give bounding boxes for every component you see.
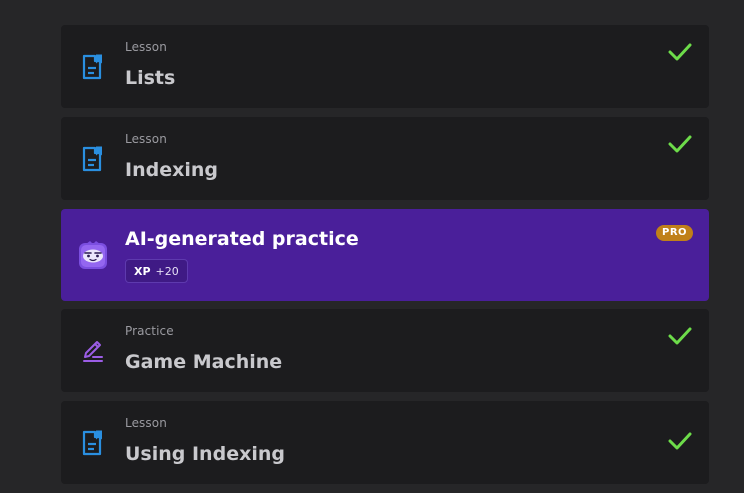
module-item-list: Lesson Lists Lesson Indexing AI-generate…	[61, 25, 709, 493]
item-type-label: Lesson	[125, 132, 167, 146]
completed-check-icon	[668, 42, 692, 62]
completed-check-icon	[668, 326, 692, 346]
item-title: AI-generated practice	[125, 228, 359, 250]
module-item-game-machine[interactable]: Practice Game Machine	[61, 309, 709, 392]
completed-check-icon	[668, 431, 692, 451]
item-title: Indexing	[125, 159, 218, 181]
pencil-icon	[81, 337, 105, 365]
item-title: Using Indexing	[125, 443, 285, 465]
module-item-ai-practice[interactable]: AI-generated practice XP +20 PRO	[61, 209, 709, 301]
lesson-document-icon	[81, 429, 105, 457]
module-item-indexing[interactable]: Lesson Indexing	[61, 117, 709, 200]
module-item-lists[interactable]: Lesson Lists	[61, 25, 709, 108]
lesson-document-icon	[81, 145, 105, 173]
module-item-using-indexing[interactable]: Lesson Using Indexing	[61, 401, 709, 484]
lesson-document-icon	[81, 53, 105, 81]
xp-label: XP	[134, 264, 151, 278]
item-type-label: Practice	[125, 324, 174, 338]
item-title: Game Machine	[125, 351, 283, 373]
item-type-label: Lesson	[125, 416, 167, 430]
item-title: Lists	[125, 67, 176, 89]
pro-badge: PRO	[656, 225, 694, 241]
ai-mascot-icon	[77, 239, 109, 271]
completed-check-icon	[668, 134, 692, 154]
xp-value: +20	[155, 264, 179, 278]
xp-reward-badge: XP +20	[125, 259, 188, 283]
item-type-label: Lesson	[125, 40, 167, 54]
